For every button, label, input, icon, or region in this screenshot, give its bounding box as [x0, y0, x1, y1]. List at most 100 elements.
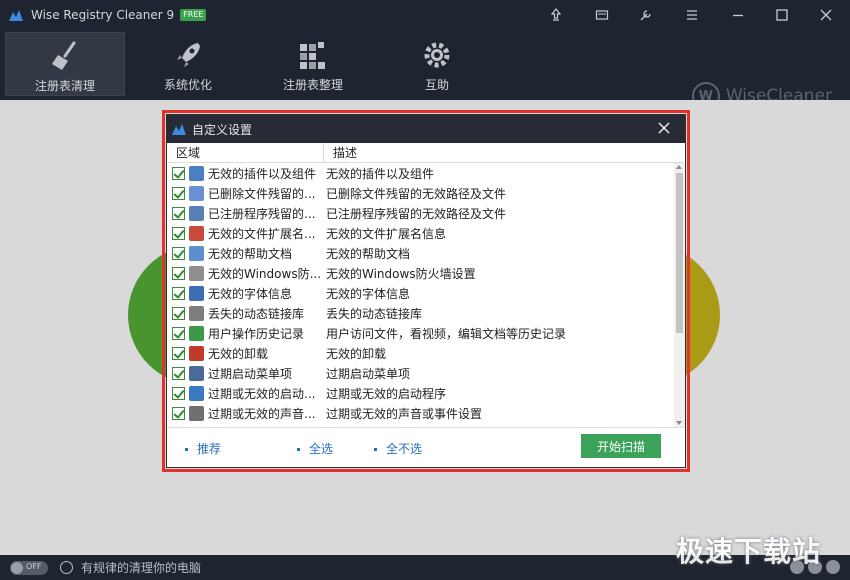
- checkbox[interactable]: [172, 366, 185, 380]
- registry-area-icon: [189, 405, 204, 421]
- checkbox[interactable]: [172, 266, 185, 280]
- list-item[interactable]: 过期或无效的启动... 过期或无效的启动程序: [168, 383, 674, 403]
- clock-icon[interactable]: [60, 561, 73, 574]
- list-item[interactable]: 无效的文件扩展名... 无效的文件扩展名信息: [168, 223, 674, 243]
- area-description: 已注册程序残留的无效路径及文件: [326, 206, 507, 221]
- app-title: Wise Registry Cleaner 9: [31, 8, 175, 22]
- tools-icon[interactable]: [638, 7, 654, 23]
- list-item[interactable]: 丢失的动态链接库 丢失的动态链接库: [168, 303, 674, 323]
- list-item[interactable]: 已注册程序残留的... 已注册程序残留的无效路径及文件: [168, 203, 674, 223]
- list-item[interactable]: 无效的帮助文档 无效的帮助文档: [168, 243, 674, 263]
- area-name: 用户操作历史记录: [208, 326, 305, 341]
- select-none-link[interactable]: 全不选: [374, 440, 422, 457]
- dialog-title: 自定义设置: [192, 122, 253, 137]
- maximize-icon[interactable]: [774, 7, 790, 23]
- checkbox[interactable]: [172, 286, 185, 300]
- checkbox[interactable]: [172, 246, 185, 260]
- scrollbar[interactable]: [674, 163, 685, 427]
- nav-registry-clean[interactable]: 注册表清理: [5, 32, 125, 96]
- area-description: 无效的字体信息: [326, 286, 411, 301]
- registry-area-icon: [189, 185, 204, 201]
- registry-area-icon: [189, 305, 204, 321]
- nav-registry-defrag[interactable]: 注册表整理: [253, 32, 373, 96]
- upgrade-icon[interactable]: [548, 7, 564, 23]
- area-name: 无效的Windows防...: [208, 266, 322, 281]
- scroll-down-icon[interactable]: [676, 421, 682, 425]
- area-description: 过期或无效的声音或事件设置: [326, 406, 483, 421]
- list-header: 区域 描述: [168, 142, 684, 163]
- scroll-thumb[interactable]: [676, 173, 683, 333]
- bullet-icon: [297, 448, 300, 451]
- list-item[interactable]: 无效的插件以及组件 无效的插件以及组件: [168, 163, 674, 183]
- nav-label: 互助: [424, 78, 449, 92]
- area-name: 过期或无效的声音...: [208, 406, 316, 421]
- recommend-label: 推荐: [197, 442, 222, 456]
- checkbox[interactable]: [172, 326, 185, 340]
- registry-area-icon: [189, 225, 204, 241]
- checkbox[interactable]: [172, 406, 185, 420]
- area-description: 丢失的动态链接库: [326, 306, 423, 321]
- nav-help[interactable]: 互助: [377, 32, 497, 96]
- free-badge: FREE: [180, 9, 207, 21]
- registry-area-icon: [189, 325, 204, 341]
- area-description: 无效的插件以及组件: [326, 166, 435, 181]
- custom-settings-dialog: 自定义设置 区域 描述 无效的插件以及组件 无效的插件以及组件 已删除文件残留的..…: [166, 114, 686, 468]
- checkbox[interactable]: [172, 306, 185, 320]
- select-none-label: 全不选: [386, 442, 423, 456]
- toggle-knob: [11, 561, 23, 574]
- nav-label: 注册表整理: [282, 78, 343, 92]
- menu-icon[interactable]: [684, 7, 700, 23]
- registry-area-icon: [189, 285, 204, 301]
- watermark: 极速下载站: [676, 535, 822, 568]
- close-icon[interactable]: [657, 121, 671, 135]
- gear-icon: [424, 42, 450, 68]
- registry-area-icon: [189, 245, 204, 261]
- rocket-icon: [177, 43, 200, 67]
- list-item[interactable]: 用户操作历史记录 用户访问文件，看视频，编辑文档等历史记录: [168, 323, 674, 343]
- registry-area-icon: [189, 345, 204, 361]
- status-text: 有规律的清理你的电脑: [81, 561, 202, 575]
- close-icon[interactable]: [818, 7, 834, 23]
- scroll-up-icon[interactable]: [676, 165, 682, 169]
- registry-area-icon: [189, 265, 204, 281]
- column-description[interactable]: 描述: [324, 144, 357, 161]
- area-description: 无效的文件扩展名信息: [326, 226, 447, 241]
- checkbox[interactable]: [172, 166, 185, 180]
- area-name: 已删除文件残留的...: [208, 186, 316, 201]
- area-description: 用户访问文件，看视频，编辑文档等历史记录: [326, 326, 567, 341]
- minimize-icon[interactable]: [730, 7, 746, 23]
- area-description: 无效的Windows防火墙设置: [326, 266, 476, 281]
- checkbox[interactable]: [172, 346, 185, 360]
- column-area[interactable]: 区域: [168, 142, 324, 163]
- dialog-title-bar: 自定义设置: [167, 115, 685, 143]
- list-item[interactable]: 无效的卸载 无效的卸载: [168, 343, 674, 363]
- list-item[interactable]: 无效的字体信息 无效的字体信息: [168, 283, 674, 303]
- list-item[interactable]: 过期启动菜单项 过期启动菜单项: [168, 363, 674, 383]
- nav-system-optimize[interactable]: 系统优化: [128, 32, 248, 96]
- area-description: 无效的卸载: [326, 346, 387, 361]
- bullet-icon: [374, 448, 377, 451]
- facebook-icon[interactable]: [826, 560, 840, 574]
- select-all-label: 全选: [309, 442, 334, 456]
- auto-clean-toggle[interactable]: OFF: [10, 560, 48, 575]
- skin-icon[interactable]: [594, 7, 610, 23]
- checkbox[interactable]: [172, 386, 185, 400]
- blocks-icon: [300, 42, 325, 69]
- checkbox[interactable]: [172, 206, 185, 220]
- title-bar: Wise Registry Cleaner 9 FREE: [0, 0, 850, 30]
- nav-label: 注册表清理: [34, 79, 95, 93]
- checkbox[interactable]: [172, 186, 185, 200]
- list-item[interactable]: 过期或无效的声音... 过期或无效的声音或事件设置: [168, 403, 674, 423]
- list-item[interactable]: 无效的Windows防... 无效的Windows防火墙设置: [168, 263, 674, 283]
- recommend-link[interactable]: 推荐: [185, 440, 221, 457]
- select-all-link[interactable]: 全选: [297, 440, 333, 457]
- app-logo-icon: [9, 10, 23, 21]
- start-scan-button[interactable]: 开始扫描: [581, 434, 661, 458]
- app-logo-icon: [172, 124, 186, 135]
- area-description: 过期或无效的启动程序: [326, 386, 447, 401]
- toggle-label: OFF: [26, 561, 42, 571]
- nav-label: 系统优化: [163, 78, 212, 92]
- list-item[interactable]: 已删除文件残留的... 已删除文件残留的无效路径及文件: [168, 183, 674, 203]
- checkbox[interactable]: [172, 226, 185, 240]
- area-name: 无效的文件扩展名...: [208, 226, 316, 241]
